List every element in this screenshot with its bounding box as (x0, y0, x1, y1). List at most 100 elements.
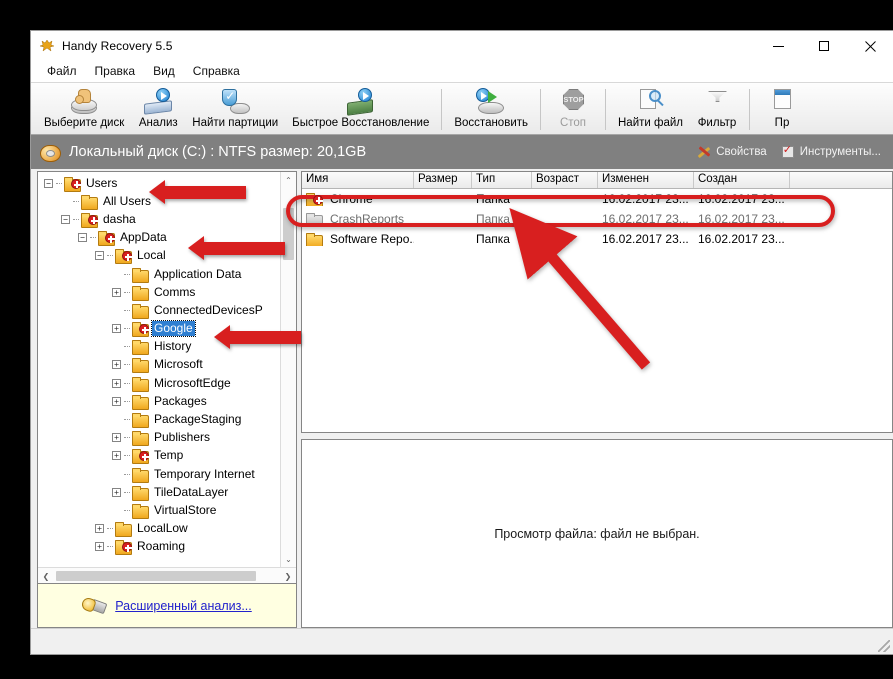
file-row[interactable]: Software Repo...Папка16.02.2017 23...16.… (302, 229, 892, 249)
tree-item-label[interactable]: Application Data (152, 267, 243, 282)
tree-item-connecteddevicesp[interactable]: ConnectedDevicesP (38, 301, 280, 319)
toolbar-analyze-button[interactable]: Анализ (131, 85, 185, 134)
expand-icon[interactable]: + (112, 288, 121, 297)
folder-icon (132, 358, 148, 371)
tree-item-publishers[interactable]: + Publishers (38, 429, 280, 447)
tree-item-microsoft[interactable]: + Microsoft (38, 356, 280, 374)
toolbar-stop-button[interactable]: STOP Стоп (546, 85, 600, 134)
tree-item-label[interactable]: Comms (152, 285, 197, 300)
tree-item-google[interactable]: + Google (38, 320, 280, 338)
tree-item-label[interactable]: LocalLow (135, 521, 190, 536)
collapse-icon[interactable]: − (44, 179, 53, 188)
disk-header-bar: Локальный диск (C:) : NTFS размер: 20,1G… (31, 135, 893, 169)
expand-icon[interactable]: + (112, 433, 121, 442)
menu-edit[interactable]: Правка (86, 62, 145, 81)
tree-vertical-scrollbar[interactable]: ⌃ ⌄ (280, 172, 296, 567)
file-row[interactable]: CrashReportsПапка16.02.2017 23...16.02.2… (302, 209, 892, 229)
column-header-тип[interactable]: Тип (472, 172, 532, 188)
toolbar-filter-label: Фильтр (698, 117, 737, 129)
tree-item-all-users[interactable]: All Users (38, 192, 280, 210)
tree-scroll-thumb[interactable] (283, 208, 294, 260)
tree-item-locallow[interactable]: + LocalLow (38, 520, 280, 538)
tree-item-temporary-internet[interactable]: Temporary Internet (38, 465, 280, 483)
toolbar-find-file-button[interactable]: Найти файл (611, 85, 690, 134)
file-name-text: Chrome (330, 192, 373, 206)
tree-item-label[interactable]: Temporary Internet (152, 467, 257, 482)
tree-item-virtualstore[interactable]: VirtualStore (38, 501, 280, 519)
tree-item-application-data[interactable]: Application Data (38, 265, 280, 283)
expand-icon[interactable]: + (112, 488, 121, 497)
folder-recoverable-icon (306, 193, 322, 206)
maximize-button[interactable] (801, 31, 847, 61)
collapse-icon[interactable]: − (95, 251, 104, 260)
tree-item-label[interactable]: Microsoft (152, 357, 205, 372)
expand-icon[interactable]: + (112, 324, 121, 333)
tree-item-appdata[interactable]: − AppData (38, 229, 280, 247)
minimize-button[interactable] (755, 31, 801, 61)
tree-horizontal-scrollbar[interactable]: ❮ ❯ (38, 567, 296, 583)
tree-item-local[interactable]: − Local (38, 247, 280, 265)
column-header-имя[interactable]: Имя (302, 172, 414, 188)
menu-file[interactable]: Файл (38, 62, 86, 81)
tree-hscroll-thumb[interactable] (56, 571, 256, 581)
advanced-analysis-link[interactable]: Расширенный анализ... (115, 599, 252, 613)
tree-item-temp[interactable]: + Temp (38, 447, 280, 465)
resize-grip[interactable] (878, 640, 890, 652)
tree-item-label[interactable]: AppData (118, 230, 169, 245)
tree-item-label[interactable]: ConnectedDevicesP (152, 303, 265, 318)
collapse-icon[interactable]: − (78, 233, 87, 242)
tree-item-history[interactable]: History (38, 338, 280, 356)
tree-item-label[interactable]: PackageStaging (152, 412, 243, 427)
toolbar-quick-recovery-button[interactable]: Быстрое Восстановление (285, 85, 436, 134)
tree-scroll-down-arrow[interactable]: ⌄ (281, 551, 296, 567)
disk-properties-button[interactable]: Свойства (697, 145, 767, 159)
tree-item-roaming[interactable]: + Roaming (38, 538, 280, 556)
toolbar-find-partitions-button[interactable]: Найти партиции (185, 85, 285, 134)
tree-scroll-left-arrow[interactable]: ❮ (38, 568, 54, 584)
column-header-размер[interactable]: Размер (414, 172, 472, 188)
tree-scroll-up-arrow[interactable]: ⌃ (281, 172, 296, 188)
expand-icon[interactable]: + (112, 451, 121, 460)
column-header-изменен[interactable]: Изменен (598, 172, 694, 188)
tree-item-users[interactable]: − Users (38, 174, 280, 192)
tree-item-label[interactable]: Packages (152, 394, 209, 409)
tree-item-packagestaging[interactable]: PackageStaging (38, 410, 280, 428)
toolbar-recover-button[interactable]: Восстановить (447, 85, 535, 134)
tree-item-label[interactable]: History (152, 339, 193, 354)
tree-scroll-right-arrow[interactable]: ❯ (280, 568, 296, 584)
tree-item-label[interactable]: Users (84, 176, 119, 191)
tree-item-dasha[interactable]: − dasha (38, 210, 280, 228)
folder-icon (132, 377, 148, 390)
tree-item-label[interactable]: MicrosoftEdge (152, 376, 233, 391)
tree-item-packages[interactable]: + Packages (38, 392, 280, 410)
expand-icon[interactable]: + (112, 379, 121, 388)
tree-item-microsoftedge[interactable]: + MicrosoftEdge (38, 374, 280, 392)
tree-item-label[interactable]: Temp (152, 448, 185, 463)
menu-help[interactable]: Справка (184, 62, 249, 81)
menu-view[interactable]: Вид (144, 62, 184, 81)
tree-item-label[interactable]: Local (135, 248, 168, 263)
expand-icon[interactable]: + (112, 360, 121, 369)
tree-item-label[interactable]: Roaming (135, 539, 187, 554)
tree-item-label[interactable]: All Users (101, 194, 153, 209)
toolbar-program-button[interactable]: Пр (755, 85, 809, 134)
tree-item-label[interactable]: Google (152, 321, 195, 336)
wrench-icon (697, 145, 711, 159)
expand-icon[interactable]: + (95, 524, 104, 533)
tree-item-label[interactable]: TileDataLayer (152, 485, 230, 500)
tree-item-label[interactable]: VirtualStore (152, 503, 218, 518)
tree-item-comms[interactable]: + Comms (38, 283, 280, 301)
expand-icon[interactable]: + (112, 397, 121, 406)
tree-item-tiledatalayer[interactable]: + TileDataLayer (38, 483, 280, 501)
toolbar-select-disk-button[interactable]: Выберите диск (37, 85, 131, 134)
expand-icon[interactable]: + (95, 542, 104, 551)
column-header-возраст[interactable]: Возраст (532, 172, 598, 188)
tree-item-label[interactable]: dasha (101, 212, 138, 227)
column-header-создан[interactable]: Создан (694, 172, 790, 188)
toolbar-filter-button[interactable]: Фильтр (690, 85, 744, 134)
disk-tools-button[interactable]: Инструменты... (781, 145, 881, 159)
collapse-icon[interactable]: − (61, 215, 70, 224)
tree-item-label[interactable]: Publishers (152, 430, 212, 445)
file-row[interactable]: ChromeПапка16.02.2017 23...16.02.2017 23… (302, 189, 892, 209)
close-button[interactable] (847, 31, 893, 61)
